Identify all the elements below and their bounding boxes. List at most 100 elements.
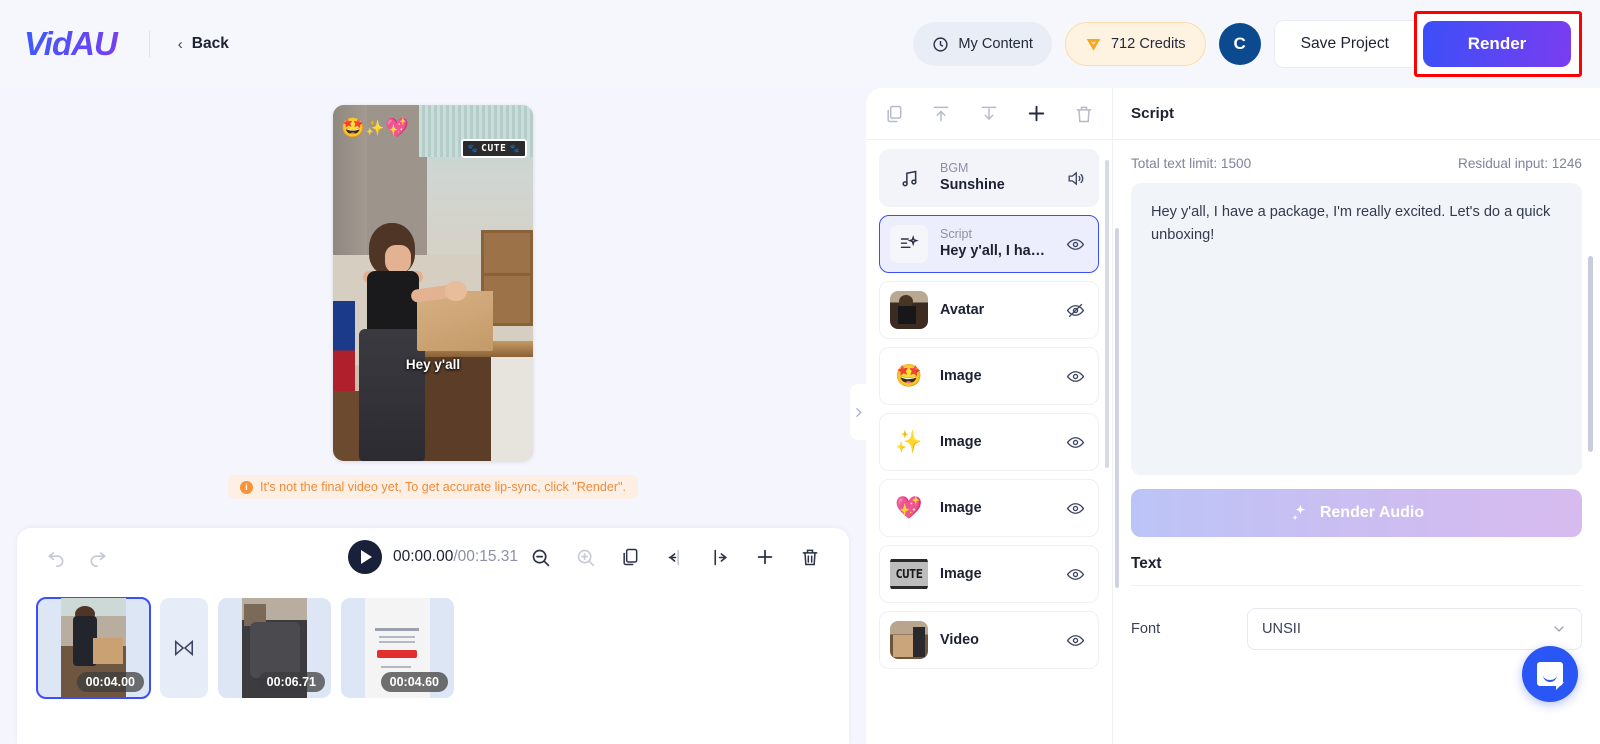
layer-title-image-1: Image <box>940 367 982 384</box>
back-button[interactable]: ‹ Back <box>178 35 229 53</box>
sparkling-heart-emoji-icon[interactable]: 💖 <box>385 119 409 138</box>
eye-off-icon[interactable] <box>1064 299 1086 321</box>
layers-panel: BGM Sunshine Script Hey y'all, I ha… Ava… <box>850 88 1112 744</box>
duplicate-icon[interactable] <box>613 540 647 574</box>
zoom-out-icon[interactable] <box>523 540 557 574</box>
render-button-highlight: Render <box>1414 11 1582 77</box>
eye-icon-image-3[interactable] <box>1064 497 1086 519</box>
layers-list: BGM Sunshine Script Hey y'all, I ha… Ava… <box>866 140 1112 744</box>
paw-right-icon: 🐾 <box>509 144 520 153</box>
total-time: 00:15.31 <box>457 548 518 565</box>
eye-icon-script[interactable] <box>1064 233 1086 255</box>
layer-text-image-1: Image <box>940 367 1064 386</box>
text-limits-row: Total text limit: 1500 Residual input: 1… <box>1131 156 1582 171</box>
render-audio-label: Render Audio <box>1319 504 1425 521</box>
layer-text-bgm: BGM Sunshine <box>940 161 1064 195</box>
cute-sticker[interactable]: 🐾 CUTE 🐾 <box>460 139 527 158</box>
play-button[interactable] <box>348 540 382 574</box>
layer-item-video[interactable]: Video <box>879 611 1099 669</box>
editor-body: 🤩 ✨ 💖 🐾 CUTE 🐾 Hey y'all i It's not the … <box>0 88 1600 744</box>
star-struck-emoji-icon[interactable]: 🤩 <box>341 119 365 138</box>
font-select[interactable]: UNSII <box>1247 608 1582 650</box>
eye-icon-image-1[interactable] <box>1064 365 1086 387</box>
layer-item-image-sparkles[interactable]: ✨ Image <box>879 413 1099 471</box>
redo-icon[interactable] <box>81 540 115 574</box>
layer-item-image-heart[interactable]: 💖 Image <box>879 479 1099 537</box>
play-icon <box>361 550 372 564</box>
render-audio-button[interactable]: Render Audio <box>1131 489 1582 537</box>
layers-scrollbar[interactable] <box>1105 160 1109 468</box>
eye-icon-video[interactable] <box>1064 629 1086 651</box>
layer-title-avatar: Avatar <box>940 301 985 318</box>
transition-icon <box>174 639 194 657</box>
timeline-panel: 00:00.00 / 00:15.31 00:04.00 00:06.71 00… <box>17 528 849 744</box>
clock-icon <box>932 36 949 53</box>
layer-title-image-2: Image <box>940 433 982 450</box>
delete-clip-icon[interactable] <box>793 540 827 574</box>
save-project-label: Save Project <box>1300 35 1389 52</box>
chevron-right-icon <box>855 407 862 417</box>
layer-text-image-2: Image <box>940 433 1064 452</box>
video-subtitle: Hey y'all <box>405 357 461 372</box>
sparkle-icon <box>1292 504 1306 520</box>
sticker-overlay-group[interactable]: 🤩 ✨ 💖 <box>341 119 409 138</box>
add-layer-icon[interactable] <box>1023 99 1051 129</box>
user-avatar[interactable]: C <box>1218 23 1261 65</box>
layer-item-image-cute[interactable]: CUTE Image <box>879 545 1099 603</box>
music-note-icon <box>890 159 928 197</box>
script-panel-scrollbar-left[interactable] <box>1115 228 1119 588</box>
paw-left-icon: 🐾 <box>467 144 479 153</box>
render-button[interactable]: Render <box>1423 21 1571 67</box>
move-up-icon[interactable] <box>928 99 956 129</box>
font-label: Font <box>1131 621 1161 637</box>
transition-button[interactable] <box>160 598 208 698</box>
chat-support-button[interactable] <box>1522 646 1578 702</box>
eye-icon-image-4[interactable] <box>1064 563 1086 585</box>
script-textarea[interactable]: Hey y'all, I have a package, I'm really … <box>1131 183 1582 475</box>
script-panel-scrollbar[interactable] <box>1588 256 1593 452</box>
layer-item-bgm[interactable]: BGM Sunshine <box>879 149 1099 207</box>
save-project-button[interactable]: Save Project <box>1273 20 1415 68</box>
script-sparkle-icon <box>890 225 928 263</box>
total-text-limit: Total text limit: 1500 <box>1131 156 1252 171</box>
font-row: Font UNSII <box>1131 608 1582 650</box>
avatar-initial: C <box>1233 34 1246 53</box>
eye-icon-image-2[interactable] <box>1064 431 1086 453</box>
cute-sticker-label: CUTE <box>481 143 507 154</box>
delete-layer-icon[interactable] <box>1070 99 1098 129</box>
layer-title-image-4: Image <box>940 565 982 582</box>
timeline-clip-3[interactable]: 00:04.60 <box>341 598 454 698</box>
layer-text-image-3: Image <box>940 499 1064 518</box>
layer-item-script[interactable]: Script Hey y'all, I ha… <box>879 215 1099 273</box>
layer-item-image-star-struck[interactable]: 🤩 Image <box>879 347 1099 405</box>
credits-button[interactable]: 712 Credits <box>1064 22 1206 66</box>
move-down-icon[interactable] <box>975 99 1003 129</box>
undo-icon[interactable] <box>39 540 73 574</box>
layer-text-image-4: Image <box>940 565 1064 584</box>
font-value: UNSII <box>1262 621 1301 637</box>
sparkles-emoji-icon: ✨ <box>895 429 923 454</box>
layer-item-avatar[interactable]: Avatar <box>879 281 1099 339</box>
volume-icon[interactable] <box>1064 167 1086 189</box>
scene-flag <box>333 301 355 391</box>
player-controls: 00:00.00 / 00:15.31 <box>17 528 849 586</box>
timeline-clip-1[interactable]: 00:04.00 <box>36 597 151 699</box>
add-clip-icon[interactable] <box>748 540 782 574</box>
current-time: 00:00.00 <box>393 548 454 565</box>
sparkles-emoji-icon[interactable]: ✨ <box>366 121 385 136</box>
layer-text-video: Video <box>940 631 1064 650</box>
app-logo[interactable]: VidAU <box>24 25 121 63</box>
lipsync-warning-text: It's not the final video yet, To get acc… <box>259 480 626 494</box>
video-preview[interactable]: 🤩 ✨ 💖 🐾 CUTE 🐾 Hey y'all <box>333 105 533 461</box>
my-content-button[interactable]: My Content <box>913 22 1052 66</box>
layer-title-bgm: Sunshine <box>940 177 1005 194</box>
timeline-clip-2[interactable]: 00:06.71 <box>218 598 331 698</box>
chevron-down-icon <box>1551 621 1567 637</box>
collapse-panel-button[interactable] <box>850 384 866 440</box>
chevron-left-icon: ‹ <box>177 35 183 53</box>
split-right-icon[interactable] <box>703 540 737 574</box>
copy-icon[interactable] <box>880 99 908 129</box>
split-left-icon[interactable] <box>658 540 692 574</box>
script-panel-body: Total text limit: 1500 Residual input: 1… <box>1113 140 1600 650</box>
script-panel: Script Total text limit: 1500 Residual i… <box>1112 88 1600 744</box>
